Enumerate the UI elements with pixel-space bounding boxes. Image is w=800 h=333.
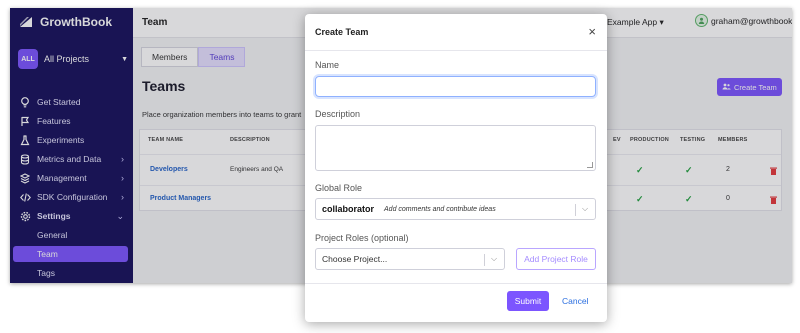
project-placeholder: Choose Project... (322, 254, 388, 264)
create-team-modal: Create Team × Name Description Global Ro… (305, 14, 607, 322)
close-icon[interactable]: × (588, 24, 596, 39)
global-role-value: collaborator (322, 204, 375, 214)
global-role-hint: Add comments and contribute ideas (384, 205, 496, 213)
description-label: Description (315, 109, 361, 119)
modal-footer-divider (305, 283, 607, 284)
cancel-button[interactable]: Cancel (562, 296, 588, 306)
name-input[interactable] (315, 76, 596, 97)
name-label: Name (315, 60, 340, 70)
project-select[interactable]: Choose Project... ⌵ (315, 248, 505, 270)
global-role-select[interactable]: collaborator Add comments and contribute… (315, 198, 596, 220)
project-roles-label: Project Roles (optional) (315, 233, 409, 243)
submit-button[interactable]: Submit (507, 291, 549, 311)
chevron-down-icon: ⌵ (582, 204, 589, 213)
resize-handle-icon[interactable] (587, 162, 593, 168)
divider (575, 204, 576, 216)
divider (484, 254, 485, 266)
modal-title: Create Team (315, 27, 369, 37)
add-project-role-button[interactable]: Add Project Role (516, 248, 596, 270)
modal-header: Create Team × (305, 14, 607, 51)
chevron-down-icon: ⌵ (491, 254, 498, 263)
description-textarea[interactable] (315, 125, 596, 171)
global-role-label: Global Role (315, 183, 363, 193)
